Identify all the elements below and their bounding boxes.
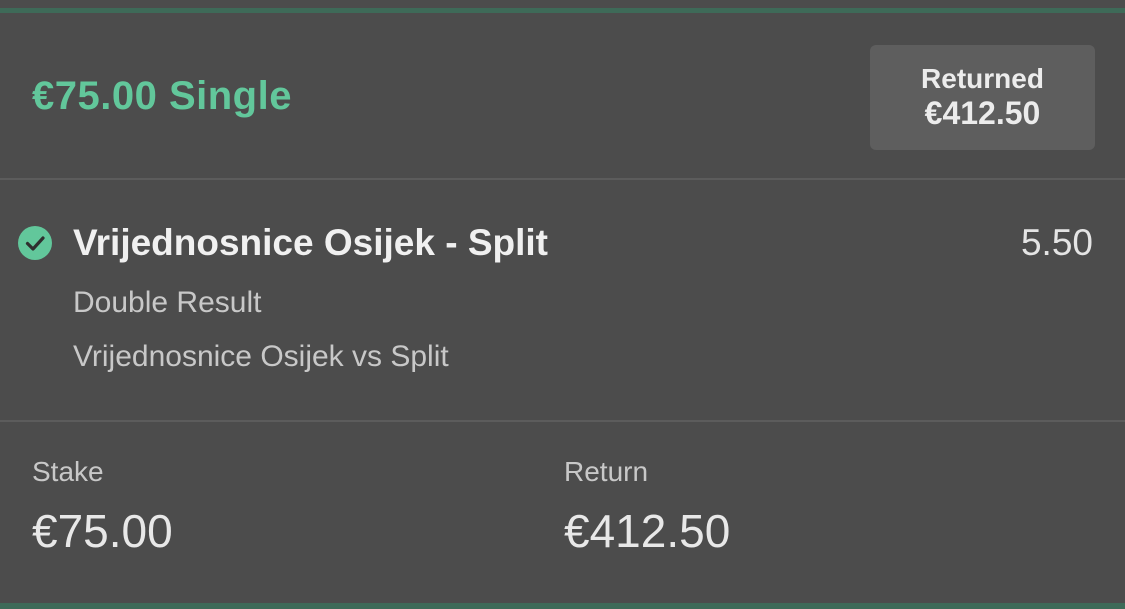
top-accent-bar [0,0,1125,14]
selection-odds: 5.50 [1020,222,1093,263]
market-name: Double Result [73,286,262,319]
selection-name: Vrijednosnice Osijek - Split [73,222,548,263]
return-value: €412.50 [564,505,731,557]
bet-card: €75.00 Single Returned €412.50 Vrijednos… [0,0,1125,609]
return-column: Return €412.50 [564,456,730,558]
stake-label: Stake [32,456,104,487]
returned-label: Returned [921,63,1044,94]
stake-value: €75.00 [32,505,173,557]
stake-column: Stake €75.00 [32,456,173,558]
selection-row[interactable]: Vrijednosnice Osijek - Split 5.50 Double… [0,180,1125,422]
bet-summary: Stake €75.00 Return €412.50 [0,422,1125,603]
return-label: Return [564,456,649,487]
returned-badge: Returned €412.50 [870,45,1095,150]
check-circle-icon [18,226,52,260]
event-name: Vrijednosnice Osijek vs Split [73,340,449,373]
bet-title: €75.00 Single [32,74,292,118]
bet-header: €75.00 Single Returned €412.50 [0,14,1125,180]
bottom-accent-bar [0,603,1125,609]
returned-amount: €412.50 [924,95,1041,132]
